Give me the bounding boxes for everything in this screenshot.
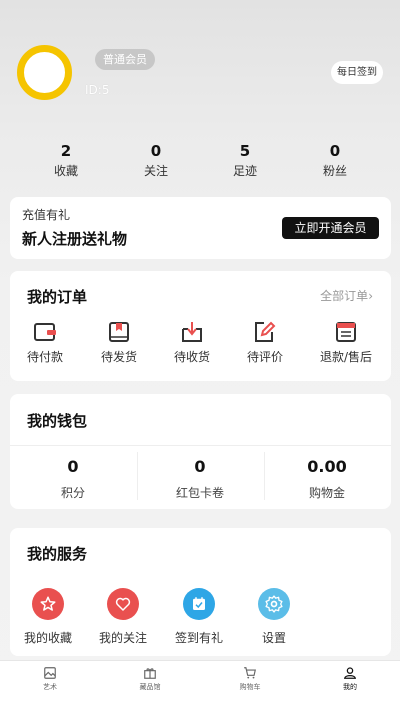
tab-art[interactable]: 艺术 [20,666,80,692]
stat-label: 粉丝 [322,164,347,178]
order-label: 待收货 [173,350,210,364]
wallet-value: 0 [67,457,79,476]
gear-icon [258,588,290,620]
tab-label: 艺术 [43,683,57,691]
member-badge: 普通会员 [95,49,155,70]
inbox-download-icon [182,322,202,342]
promo-subtitle: 充值有礼 [22,208,71,222]
stat-label: 关注 [143,164,168,178]
order-pending-review[interactable]: 待评价 [230,320,300,365]
user-id: ID:5 [85,83,110,97]
open-vip-button[interactable]: 立即开通会员 [282,217,379,239]
order-label: 退款/售后 [319,350,373,364]
services-title: 我的服务 [27,545,88,563]
wallet-value: 0 [194,457,206,476]
wallet-shopping-credit[interactable]: 0.00 购物金 [277,458,377,501]
stat-value: 0 [150,142,162,160]
service-label: 我的关注 [98,631,147,645]
wallet-label: 积分 [60,486,85,500]
user-icon [343,667,357,679]
stat-label: 足迹 [232,164,257,178]
promo-headline: 新人注册送礼物 [22,230,128,248]
service-favorites[interactable]: 我的收藏 [13,588,83,646]
tab-label: 购物车 [239,683,261,691]
service-label: 我的收藏 [23,631,72,645]
wallet-title: 我的钱包 [27,412,88,430]
order-pending-shipment[interactable]: 待发货 [84,320,154,365]
order-label: 待付款 [26,350,63,364]
tab-mine[interactable]: 我的 [320,666,380,692]
refund-list-icon [336,322,356,342]
tab-collection-hall[interactable]: 藏品馆 [120,666,180,692]
order-refund-aftersale[interactable]: 退款/售后 [310,320,382,365]
wallet-icon [34,323,56,341]
order-label: 待评价 [246,350,283,364]
chevron-right-icon: › [368,289,373,303]
tab-label: 藏品馆 [139,683,161,691]
image-icon [44,667,56,679]
calendar-check-icon [183,588,215,620]
vip-promo-card[interactable]: 充值有礼 新人注册送礼物 立即开通会员 [10,197,391,259]
service-settings[interactable]: 设置 [239,588,309,646]
stat-fans[interactable]: 0 粉丝 [305,142,365,179]
all-orders-label: 全部订单 [320,289,369,303]
wallet-label: 购物金 [308,486,345,500]
stat-value: 0 [329,142,341,160]
service-following[interactable]: 我的关注 [88,588,158,646]
wallet-coupons[interactable]: 0 红包卡卷 [150,458,250,501]
bottom-tab-bar: 艺术 藏品馆 购物车 我的 [0,660,400,711]
stat-value: 5 [239,142,251,160]
wallet-value: 0.00 [307,457,347,476]
tab-cart[interactable]: 购物车 [220,666,280,692]
avatar[interactable] [17,45,72,100]
order-label: 待发货 [100,350,137,364]
stat-footprints[interactable]: 5 足迹 [215,142,275,179]
services-card: 我的服务 我的收藏 我的关注 签到有礼 设置 [10,528,391,656]
order-pending-receipt[interactable]: 待收货 [157,320,227,365]
orders-title: 我的订单 [27,288,88,306]
edit-review-icon [255,321,276,342]
wallet-card: 我的钱包 0 积分 0 红包卡卷 0.00 购物金 [10,394,391,509]
all-orders-link[interactable]: 全部订单› [320,287,373,304]
divider [137,452,138,500]
stat-following[interactable]: 0 关注 [126,142,186,179]
gift-box-icon [144,668,156,679]
orders-card: 我的订单 全部订单› 待付款 待发货 待收货 待评价 退款/售后 [10,271,391,381]
stat-label: 收藏 [53,164,78,178]
profile-stats: 2 收藏 0 关注 5 足迹 0 粉丝 [0,142,400,182]
daily-signin-button[interactable]: 每日签到 [331,61,383,84]
cart-icon [244,667,256,679]
stat-favorites[interactable]: 2 收藏 [36,142,96,179]
stat-value: 2 [60,142,72,160]
wallet-label: 红包卡卷 [175,486,224,500]
divider [10,445,391,446]
package-icon [109,322,129,342]
wallet-points[interactable]: 0 积分 [23,458,123,501]
divider [264,452,265,500]
service-checkin-gift[interactable]: 签到有礼 [164,588,234,646]
service-label: 签到有礼 [174,631,223,645]
service-label: 设置 [261,631,286,645]
order-pending-payment[interactable]: 待付款 [10,320,80,365]
tab-label: 我的 [343,683,357,691]
heart-icon [107,588,139,620]
star-icon [32,588,64,620]
